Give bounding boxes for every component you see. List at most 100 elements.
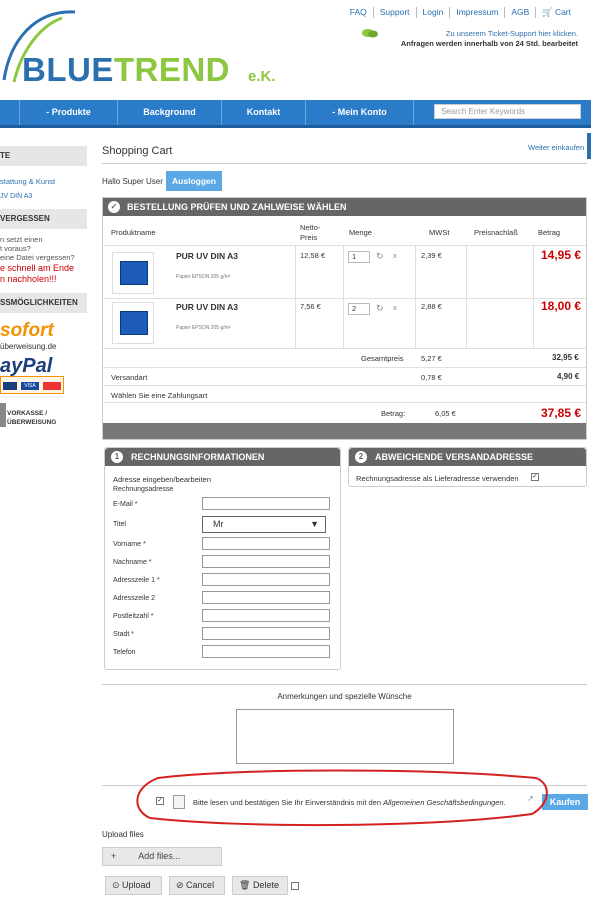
billing-sub: Rechnungsadresse (113, 486, 174, 493)
greeting: Hallo Super User (102, 177, 163, 186)
city-label: Stadt * (113, 631, 135, 638)
sofort-sub: überweisung.de (0, 342, 57, 351)
cart-header: ✓ BESTELLUNG PRÜFEN UND ZAHLWEISE WÄHLEN (103, 198, 586, 216)
cart-link[interactable]: 🛒 Cart (536, 7, 577, 18)
upload-button[interactable]: ⊙ Upload (105, 876, 162, 895)
add-files-button[interactable]: + Add files... (102, 847, 222, 866)
check-icon: ✓ (108, 201, 120, 213)
cart-panel: ✓ BESTELLUNG PRÜFEN UND ZAHLWEISE WÄHLEN … (102, 197, 587, 440)
firstname-label: Vorname * (113, 541, 146, 548)
impressum-link[interactable]: Impressum (450, 7, 506, 18)
sofort-logo[interactable]: sofort (0, 320, 54, 342)
phone-label: Telefon (113, 649, 136, 656)
weiter-einkaufen-link[interactable]: Weiter einkaufen (528, 143, 584, 152)
zip-field[interactable] (202, 609, 330, 622)
top-links: FAQ Support Login Impressum AGB 🛒 Cart (344, 7, 577, 18)
address1-label: Adresszeile 1 * (113, 577, 160, 584)
divider (102, 684, 587, 685)
cancel-icon: ⊘ (176, 880, 187, 890)
plus-icon: + (111, 851, 117, 861)
sidebar-header: TE (0, 146, 87, 166)
quantity-input[interactable]: 1 (348, 251, 370, 263)
chat-bubble-icon[interactable] (361, 28, 379, 39)
nav-left-stub (0, 100, 20, 125)
address1-field[interactable] (202, 573, 330, 586)
same-address-checkbox[interactable]: ✓ (531, 473, 539, 481)
payment-label[interactable]: Wählen Sie eine Zahlungsart (111, 391, 207, 400)
lastname-field[interactable] (202, 555, 330, 568)
quantity-input[interactable]: 2 (348, 303, 370, 315)
cancel-button[interactable]: ⊘ Cancel (169, 876, 225, 895)
col-header: Produktname (111, 228, 156, 237)
edit-address-link[interactable]: Adresse eingeben/bearbeiten (113, 475, 211, 484)
upload-title: Upload files (102, 830, 144, 839)
support-link[interactable]: Support (374, 7, 417, 18)
net-price: 7,56 € (300, 302, 321, 311)
logout-button[interactable]: Ausloggen (166, 171, 222, 191)
address2-label: Adresszeile 2 (113, 595, 156, 602)
sidebar-header: SSMÖGLICHKEITEN (0, 293, 87, 313)
page-title: Shopping Cart (102, 145, 173, 157)
sidebar-header: VERGESSEN (0, 209, 87, 229)
remove-icon[interactable]: x (393, 251, 397, 260)
comments-textarea[interactable] (236, 709, 454, 764)
nav-background[interactable]: Background (118, 100, 222, 125)
col-header: Betrag (538, 228, 561, 237)
email-field[interactable] (202, 497, 330, 510)
shipping-value: 4,90 € (557, 372, 580, 381)
sidebar-text: eine Datei vergessen? (0, 253, 75, 262)
title-select[interactable]: Mr ▼ (202, 516, 326, 533)
agb-link[interactable]: AGB (505, 7, 537, 18)
login-link[interactable]: Login (417, 7, 451, 18)
delete-button[interactable]: 🗑 Delete (232, 876, 288, 895)
shipping-panel: 2 ABWEICHENDE VERSANDADRESSE Rechnungsadr… (348, 447, 587, 487)
firstname-field[interactable] (202, 537, 330, 550)
sidebar-link[interactable]: stattung & Kunst (0, 177, 55, 187)
upload-icon: ⊙ (112, 880, 123, 890)
refresh-icon[interactable]: ↻ (376, 251, 384, 262)
nav-produkte[interactable]: - Produkte (20, 100, 118, 125)
line-total: 18,00 € (541, 299, 582, 313)
product-name[interactable]: PUR UV DIN A3 (176, 251, 238, 261)
card-logos-icon: VISA (0, 376, 64, 394)
product-desc: Papier EPSON 205 g/m² (176, 274, 231, 280)
vorkasse-label[interactable]: VORKASSE / ÜBERWEISUNG (7, 409, 56, 427)
zip-label: Postleitzahl * (113, 613, 154, 620)
paypal-logo[interactable]: ayPal (0, 355, 52, 378)
title-label: Titel (113, 521, 126, 528)
city-field[interactable] (202, 627, 330, 640)
line-total: 14,95 € (541, 248, 582, 262)
nav-mein-konto[interactable]: - Mein Konto (306, 100, 414, 125)
nav-kontakt[interactable]: Kontakt (222, 100, 306, 125)
bluetrend-logo[interactable]: BLUETREND e.K. (0, 0, 300, 95)
main-nav: - Produkte Background Kontakt - Mein Kon… (0, 100, 591, 128)
faq-link[interactable]: FAQ (344, 7, 374, 18)
vat: 2,39 € (421, 251, 442, 260)
shipping-header: 2 ABWEICHENDE VERSANDADRESSE (349, 448, 586, 466)
search-input[interactable]: Search Enter Keywords (434, 104, 581, 119)
vat: 2,88 € (421, 302, 442, 311)
billing-header: 1 RECHNUNGSINFORMATIONEN (105, 448, 340, 466)
phone-field[interactable] (202, 645, 330, 658)
refresh-icon[interactable]: ↻ (376, 303, 384, 314)
lastname-label: Nachname * (113, 559, 152, 566)
col-header: Netto- Preis (300, 223, 321, 242)
select-all-checkbox[interactable] (291, 882, 299, 890)
vorkasse-icon (0, 403, 6, 427)
grand-total-label: Betrag: (381, 409, 406, 418)
total-value: 32,95 € (552, 353, 579, 362)
product-thumbnail[interactable] (112, 252, 154, 294)
total-vat: 5,27 € (421, 354, 442, 363)
product-thumbnail[interactable] (112, 302, 154, 344)
address2-field[interactable] (202, 591, 330, 604)
shipping-label: Versandart (111, 373, 148, 382)
sidebar-link[interactable]: JV DIN A3 (0, 192, 32, 202)
product-name[interactable]: PUR UV DIN A3 (176, 302, 238, 312)
divider (102, 163, 587, 164)
ticket-support-text[interactable]: Zu unserem Ticket-Support hier klicken. … (401, 29, 578, 49)
col-header: Preisnachlaß (474, 228, 518, 237)
remove-icon[interactable]: x (393, 303, 397, 312)
col-header: Menge (349, 228, 372, 237)
sidebar-text: e schnell am Ende (0, 263, 75, 273)
product-desc: Papier EPSON 205 g/m² (176, 325, 231, 331)
